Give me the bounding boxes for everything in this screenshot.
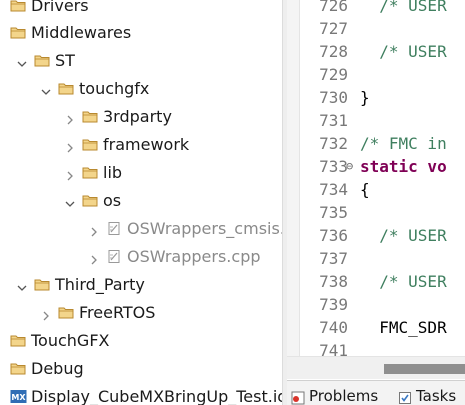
tree-item-label: framework	[103, 135, 190, 154]
scrollbar-thumb[interactable]	[384, 364, 465, 374]
svg-text:MX: MX	[11, 393, 26, 402]
folder-icon	[10, 25, 27, 40]
tree-item-label: TouchGFX	[31, 331, 110, 350]
line-number: 739	[319, 295, 348, 314]
line-number: 736	[319, 226, 348, 245]
tab-tasks[interactable]: Tasks	[398, 385, 465, 405]
tree-item[interactable]: Middlewares	[0, 21, 282, 45]
tree-item-label: FreeRTOS	[79, 303, 156, 322]
editor-left-ruler	[287, 0, 300, 378]
problems-icon	[291, 390, 305, 405]
tree-item[interactable]: ST	[0, 49, 282, 73]
tree-item[interactable]: OSWrappers.cpp	[0, 245, 282, 269]
project-explorer[interactable]: Drivers Middlewares ST touchgfx 3rdparty fram…	[0, 0, 282, 405]
folder-icon	[34, 277, 51, 292]
line-number: 740	[319, 318, 348, 337]
tree-item-label: 3rdparty	[103, 107, 172, 126]
folder-icon	[82, 165, 99, 180]
tree-item[interactable]: Third_Party	[0, 273, 282, 297]
chevron-right-icon[interactable]	[64, 167, 76, 181]
line-number: 737	[319, 249, 348, 268]
line-number: 728	[319, 42, 348, 61]
tree-item-label: Display_CubeMXBringUp_Test.io	[31, 387, 282, 405]
folder-icon	[10, 0, 27, 13]
line-number: 733	[319, 157, 348, 176]
tasks-icon	[398, 390, 412, 404]
line-number: 734	[319, 180, 348, 199]
line-number: 731	[319, 111, 348, 130]
code-line[interactable]: }	[360, 86, 370, 109]
chevron-right-icon[interactable]	[88, 223, 100, 237]
tree-item[interactable]: Drivers	[0, 0, 282, 18]
tree-item[interactable]: 3rdparty	[0, 105, 282, 129]
tree-item-label: ST	[55, 51, 75, 70]
line-number: 727	[319, 19, 348, 38]
code-line[interactable]: FMC_SDR	[360, 316, 446, 339]
excluded-source-file-icon	[106, 221, 123, 236]
chevron-down-icon[interactable]	[16, 279, 28, 291]
line-number: 726	[319, 0, 348, 15]
tree-item-label: Third_Party	[55, 275, 145, 294]
tab-label: Tasks	[416, 387, 457, 405]
tree-item-label: Debug	[31, 359, 84, 378]
code-line[interactable]: {	[360, 178, 370, 201]
line-number: 729	[319, 65, 348, 84]
tree-item-label: lib	[103, 163, 123, 182]
line-number-gutter: 726 727 728 729 730 731 732 733 ⊖ 734 735 736 737 738…	[300, 0, 353, 378]
tree-item-label: Middlewares	[31, 23, 132, 42]
tree-item[interactable]: framework	[0, 133, 282, 157]
bottom-panel-tabs: Problems Tasks	[287, 380, 465, 405]
chevron-right-icon[interactable]	[64, 139, 76, 153]
line-number: 730	[319, 88, 348, 107]
code-line[interactable]: static vo	[360, 155, 447, 178]
folder-icon	[82, 109, 99, 124]
tree-item[interactable]: Debug	[0, 357, 282, 381]
code-line[interactable]: /* USER	[360, 224, 446, 247]
tree-item-label: OSWrappers_cmsis.	[127, 219, 282, 238]
line-number: 732	[319, 134, 348, 153]
chevron-right-icon[interactable]	[40, 307, 52, 321]
tab-problems[interactable]: Problems	[291, 385, 391, 405]
horizontal-scrollbar[interactable]	[287, 356, 465, 379]
chevron-down-icon[interactable]	[64, 195, 76, 207]
tree-item[interactable]: lib	[0, 161, 282, 185]
code-line[interactable]: /* USER	[360, 40, 446, 63]
chevron-down-icon[interactable]	[40, 83, 52, 95]
tree-item-label: OSWrappers.cpp	[127, 247, 261, 266]
folder-icon	[82, 137, 99, 152]
code-line[interactable]: /* USER	[360, 270, 446, 293]
tree-item[interactable]: FreeRTOS	[0, 301, 282, 325]
folder-icon	[10, 333, 27, 348]
tree-item[interactable]: os	[0, 189, 282, 213]
tree-item-label: Drivers	[31, 0, 89, 15]
tree-item[interactable]: MX Display_CubeMXBringUp_Test.io	[0, 385, 282, 405]
excluded-source-file-icon	[106, 249, 123, 264]
tree-item[interactable]: touchgfx	[0, 77, 282, 101]
tree-item[interactable]: OSWrappers_cmsis.	[0, 217, 282, 241]
chevron-right-icon[interactable]	[64, 111, 76, 125]
chevron-right-icon[interactable]	[88, 251, 100, 265]
code-line[interactable]: /* FMC in	[360, 132, 447, 155]
tree-item[interactable]: TouchGFX	[0, 329, 282, 353]
folder-icon	[10, 361, 27, 376]
folder-icon	[58, 81, 75, 96]
folder-icon	[34, 53, 51, 68]
tab-label: Problems	[309, 387, 379, 405]
line-number: 735	[319, 203, 348, 222]
line-number: 738	[319, 272, 348, 291]
mx-file-icon: MX	[10, 389, 27, 404]
code-editor[interactable]: 726 727 728 729 730 731 732 733 ⊖ 734 735 736 737 738…	[287, 0, 465, 378]
tree-item-label: touchgfx	[79, 79, 150, 98]
chevron-down-icon[interactable]	[16, 55, 28, 67]
folder-icon	[58, 305, 75, 320]
tree-item-label: os	[103, 191, 122, 210]
code-line[interactable]: /* USER	[360, 0, 446, 17]
ide-window: Drivers Middlewares ST touchgfx 3rdparty fram…	[0, 0, 465, 405]
fold-toggle-icon[interactable]: ⊖	[346, 159, 353, 173]
code-area[interactable]: /* USER /* USER} /* FMC in static vo{ /* U…	[360, 0, 465, 378]
folder-icon	[82, 193, 99, 208]
